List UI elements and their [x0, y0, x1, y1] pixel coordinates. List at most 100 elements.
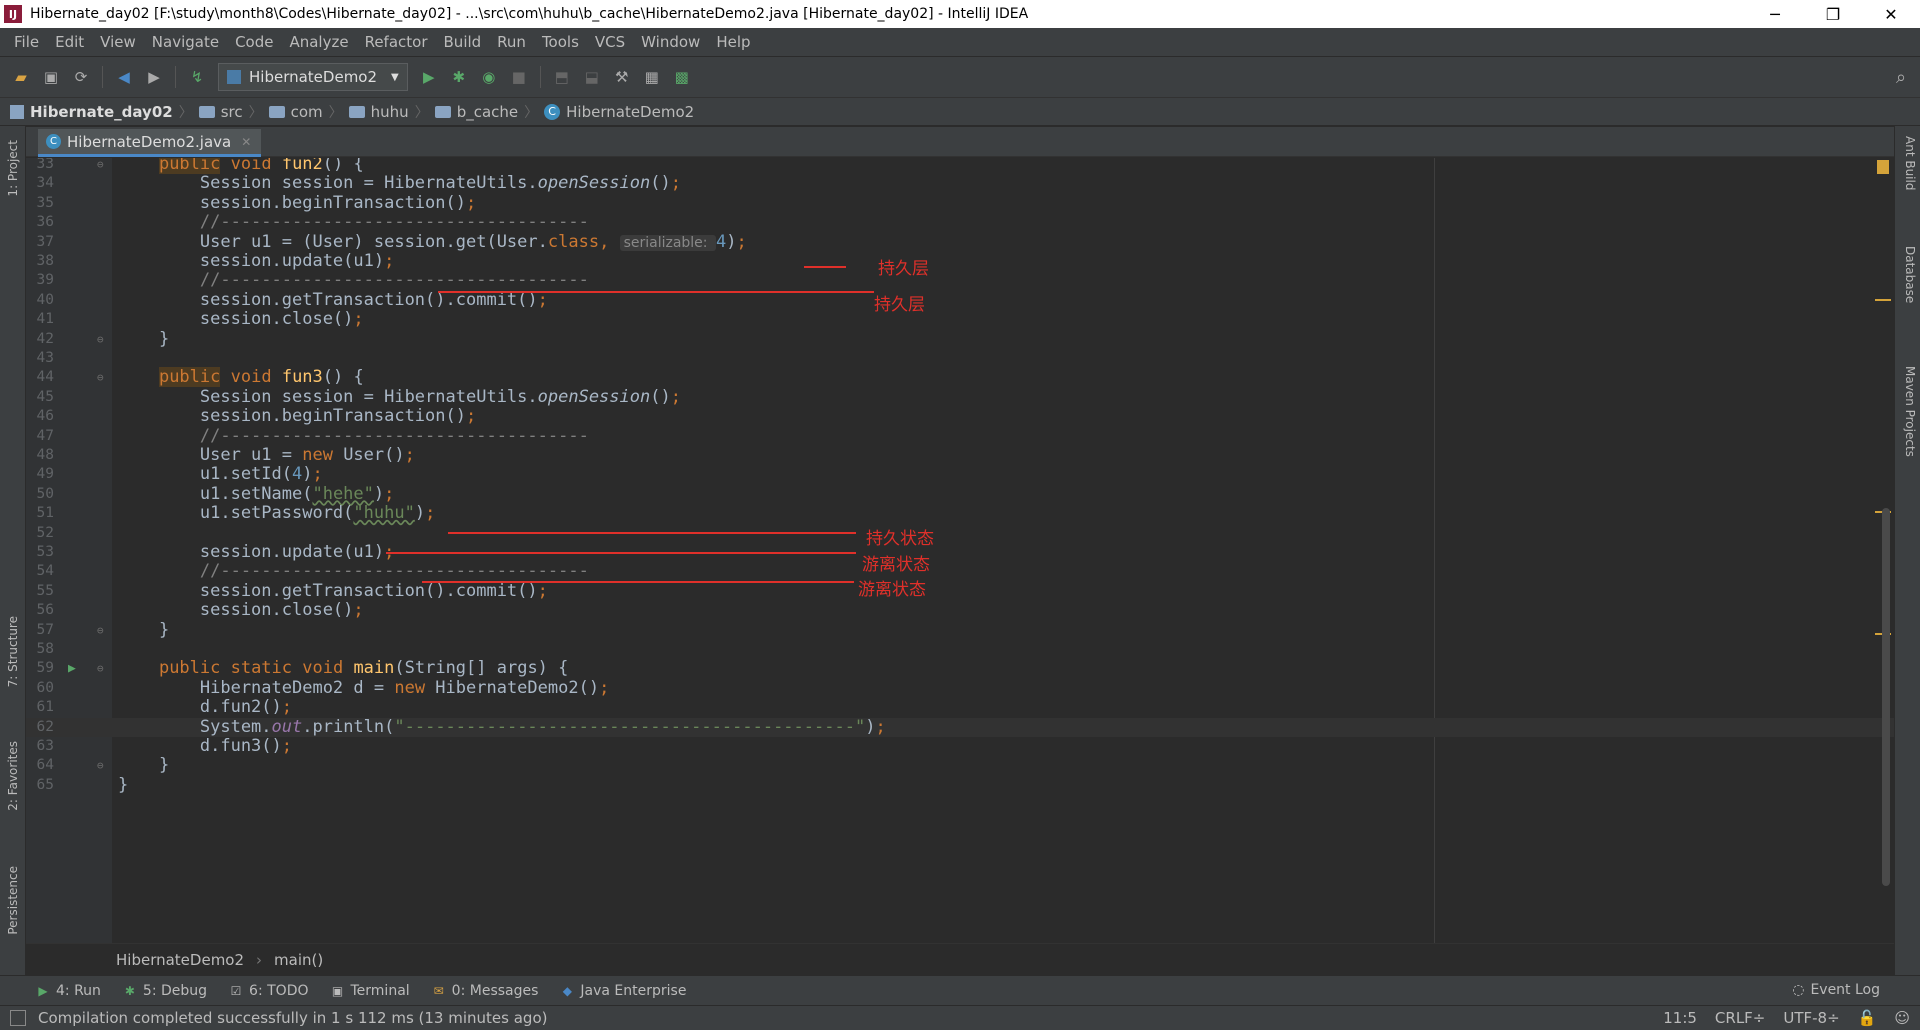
- menu-vcs[interactable]: VCS: [587, 33, 633, 51]
- menu-analyze[interactable]: Analyze: [281, 33, 356, 51]
- breadcrumb-class-name[interactable]: HibernateDemo2: [116, 951, 244, 969]
- code-line[interactable]: 41 session.close();: [26, 309, 1894, 329]
- restore-button[interactable]: ❐: [1804, 0, 1862, 28]
- vcs-update-icon[interactable]: ⬒: [551, 66, 573, 88]
- tool-tab-messages[interactable]: ✉ 0: Messages: [432, 983, 539, 999]
- error-stripe-mark[interactable]: [1875, 299, 1891, 301]
- fold-icon[interactable]: ⊖: [97, 368, 104, 387]
- code-line[interactable]: 56 session.close();: [26, 600, 1894, 620]
- coverage-icon[interactable]: ◉: [478, 66, 500, 88]
- tool-tab-java-enterprise[interactable]: ◆ Java Enterprise: [560, 983, 687, 999]
- run-gutter-icon[interactable]: ▶: [68, 659, 76, 678]
- breadcrumb-method-name[interactable]: main(): [274, 951, 323, 969]
- tab-maven-projects[interactable]: Maven Projects: [1899, 366, 1917, 457]
- menu-code[interactable]: Code: [227, 33, 281, 51]
- editor-scrollbar[interactable]: [1882, 508, 1890, 886]
- code-line[interactable]: 64 ⊖ }: [26, 756, 1894, 775]
- menu-navigate[interactable]: Navigate: [144, 33, 227, 51]
- fold-icon[interactable]: ⊖: [97, 756, 104, 775]
- menu-tools[interactable]: Tools: [534, 33, 587, 51]
- code-line[interactable]: 35 session.beginTransaction();: [26, 193, 1894, 213]
- code-line[interactable]: 50 u1.setName("hehe");: [26, 484, 1894, 504]
- event-log-button[interactable]: ◌ Event Log: [1792, 982, 1880, 998]
- sdk-icon[interactable]: ▩: [671, 66, 693, 88]
- settings-icon[interactable]: ⚒: [611, 66, 633, 88]
- tab-database[interactable]: Database: [1899, 246, 1917, 303]
- stop-icon[interactable]: ■: [508, 66, 530, 88]
- vcs-commit-icon[interactable]: ⬓: [581, 66, 603, 88]
- tool-tab-todo[interactable]: ☑ 6: TODO: [229, 983, 309, 999]
- line-separator[interactable]: CRLF÷: [1715, 1009, 1765, 1027]
- code-line[interactable]: 43: [26, 349, 1894, 368]
- menu-refactor[interactable]: Refactor: [357, 33, 436, 51]
- file-encoding[interactable]: UTF-8÷: [1783, 1009, 1839, 1027]
- tool-window-toggle-icon[interactable]: [10, 1010, 26, 1026]
- code-line[interactable]: 65}: [26, 775, 1894, 795]
- breadcrumb-class[interactable]: C HibernateDemo2: [544, 103, 694, 121]
- menu-run[interactable]: Run: [489, 33, 534, 51]
- tab-persistence[interactable]: Persistence: [3, 866, 23, 935]
- menu-help[interactable]: Help: [708, 33, 758, 51]
- warning-marker[interactable]: [1877, 160, 1889, 174]
- save-icon[interactable]: ▣: [40, 66, 62, 88]
- build-icon[interactable]: ↯: [186, 66, 208, 88]
- search-icon[interactable]: ⌕: [1890, 66, 1912, 88]
- lock-icon[interactable]: 🔓: [1858, 1009, 1877, 1027]
- code-editor[interactable]: 33 ⊖ public void fun2() {34 Session sessi…: [26, 158, 1894, 943]
- code-line[interactable]: 55 session.getTransaction().commit();: [26, 581, 1894, 601]
- code-line[interactable]: 46 session.beginTransaction();: [26, 406, 1894, 426]
- code-line[interactable]: 48 User u1 = new User();: [26, 445, 1894, 465]
- menu-build[interactable]: Build: [436, 33, 490, 51]
- back-icon[interactable]: ◀: [113, 66, 135, 88]
- fold-icon[interactable]: ⊖: [97, 158, 104, 174]
- caret-position[interactable]: 11:5: [1663, 1009, 1697, 1027]
- fold-icon[interactable]: ⊖: [97, 330, 104, 349]
- code-line[interactable]: 40 session.getTransaction().commit();: [26, 290, 1894, 310]
- code-line[interactable]: 58: [26, 640, 1894, 659]
- code-line[interactable]: 39 //-----------------------------------…: [26, 271, 1894, 290]
- open-icon[interactable]: ▰: [10, 66, 32, 88]
- tool-tab-run[interactable]: ▶ 4: Run: [36, 983, 101, 999]
- breadcrumb-src[interactable]: src: [198, 103, 243, 121]
- code-line[interactable]: 62 System.out.println("-----------------…: [26, 717, 1894, 737]
- run-icon[interactable]: ▶: [418, 66, 440, 88]
- breadcrumb-b-cache[interactable]: b_cache: [434, 103, 518, 121]
- tool-tab-debug[interactable]: ✱ 5: Debug: [123, 983, 207, 999]
- run-config-select[interactable]: HibernateDemo2 ▼: [218, 63, 408, 91]
- code-line[interactable]: 44 ⊖ public void fun3() {: [26, 367, 1894, 388]
- sync-icon[interactable]: ⟳: [70, 66, 92, 88]
- code-line[interactable]: 63 d.fun3();: [26, 736, 1894, 756]
- inspector-icon[interactable]: ☺: [1894, 1009, 1910, 1027]
- fold-icon[interactable]: ⊖: [97, 621, 104, 640]
- code-line[interactable]: 47 //-----------------------------------…: [26, 426, 1894, 446]
- project-structure-icon[interactable]: ▦: [641, 66, 663, 88]
- code-line[interactable]: 45 Session session = HibernateUtils.open…: [26, 387, 1894, 407]
- code-line[interactable]: 57 ⊖ }: [26, 620, 1894, 640]
- forward-icon[interactable]: ▶: [143, 66, 165, 88]
- code-line[interactable]: 61 d.fun2();: [26, 697, 1894, 717]
- breadcrumb-huhu[interactable]: huhu: [348, 103, 409, 121]
- code-line[interactable]: 34 Session session = HibernateUtils.open…: [26, 174, 1894, 193]
- debug-icon[interactable]: ✱: [448, 66, 470, 88]
- code-line[interactable]: 42 ⊖ }: [26, 329, 1894, 349]
- tool-tab-terminal[interactable]: ▣ Terminal: [331, 983, 410, 999]
- code-line[interactable]: 33 ⊖ public void fun2() {: [26, 158, 1894, 174]
- code-line[interactable]: 53 session.update(u1);: [26, 542, 1894, 562]
- close-icon[interactable]: ✕: [241, 135, 251, 149]
- code-line[interactable]: 52: [26, 524, 1894, 543]
- code-line[interactable]: 36 //-----------------------------------…: [26, 212, 1894, 232]
- code-line[interactable]: 60 HibernateDemo2 d = new HibernateDemo2…: [26, 678, 1894, 698]
- close-window-button[interactable]: ✕: [1862, 0, 1920, 28]
- menu-window[interactable]: Window: [633, 33, 708, 51]
- code-line[interactable]: 51 u1.setPassword("huhu");: [26, 503, 1894, 523]
- code-line[interactable]: 59 ▶ ⊖ public static void main(String[] ar…: [26, 659, 1894, 678]
- code-line[interactable]: 37 User u1 = (User) session.get(User.cla…: [26, 232, 1894, 252]
- code-line[interactable]: 38 session.update(u1);: [26, 251, 1894, 271]
- code-line[interactable]: 49 u1.setId(4);: [26, 465, 1894, 484]
- fold-icon[interactable]: ⊖: [97, 659, 104, 678]
- minimize-button[interactable]: ─: [1746, 0, 1804, 28]
- menu-file[interactable]: File: [6, 33, 47, 51]
- menu-edit[interactable]: Edit: [47, 33, 92, 51]
- breadcrumb-project[interactable]: Hibernate_day02: [10, 103, 173, 121]
- breadcrumb-com[interactable]: com: [268, 103, 323, 121]
